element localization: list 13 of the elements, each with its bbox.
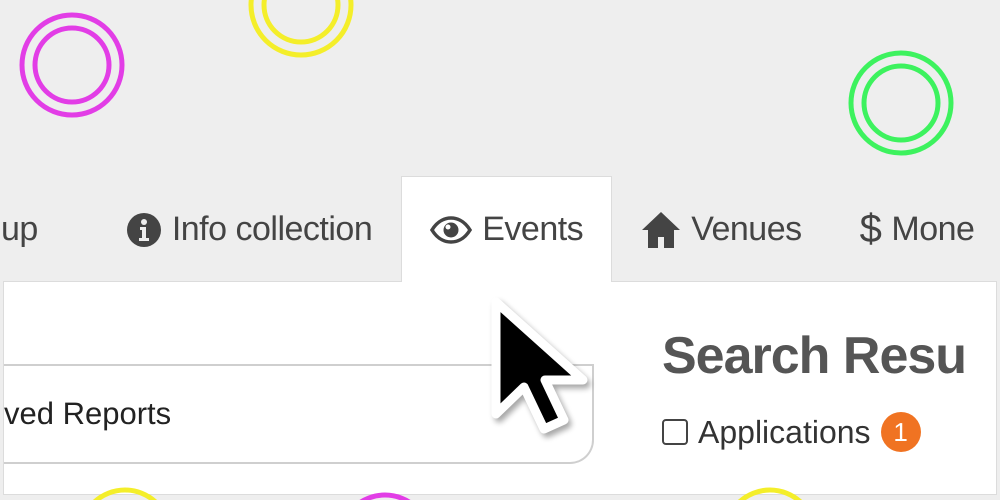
results-heading: Search Resu bbox=[662, 326, 968, 386]
checkbox[interactable] bbox=[662, 419, 688, 445]
tab[interactable]: Events bbox=[401, 176, 612, 282]
filter-label: Applications bbox=[698, 414, 871, 450]
eye-icon bbox=[430, 216, 472, 244]
info-icon bbox=[126, 212, 162, 248]
tab[interactable]: up bbox=[0, 177, 69, 281]
tab[interactable]: Info collection bbox=[96, 177, 402, 281]
tab[interactable]: Venues bbox=[612, 177, 831, 281]
tab[interactable]: $ Mone bbox=[830, 177, 1000, 281]
house-icon bbox=[641, 210, 682, 248]
dollar-icon: $ bbox=[860, 207, 882, 252]
count-badge: 1 bbox=[880, 412, 921, 452]
